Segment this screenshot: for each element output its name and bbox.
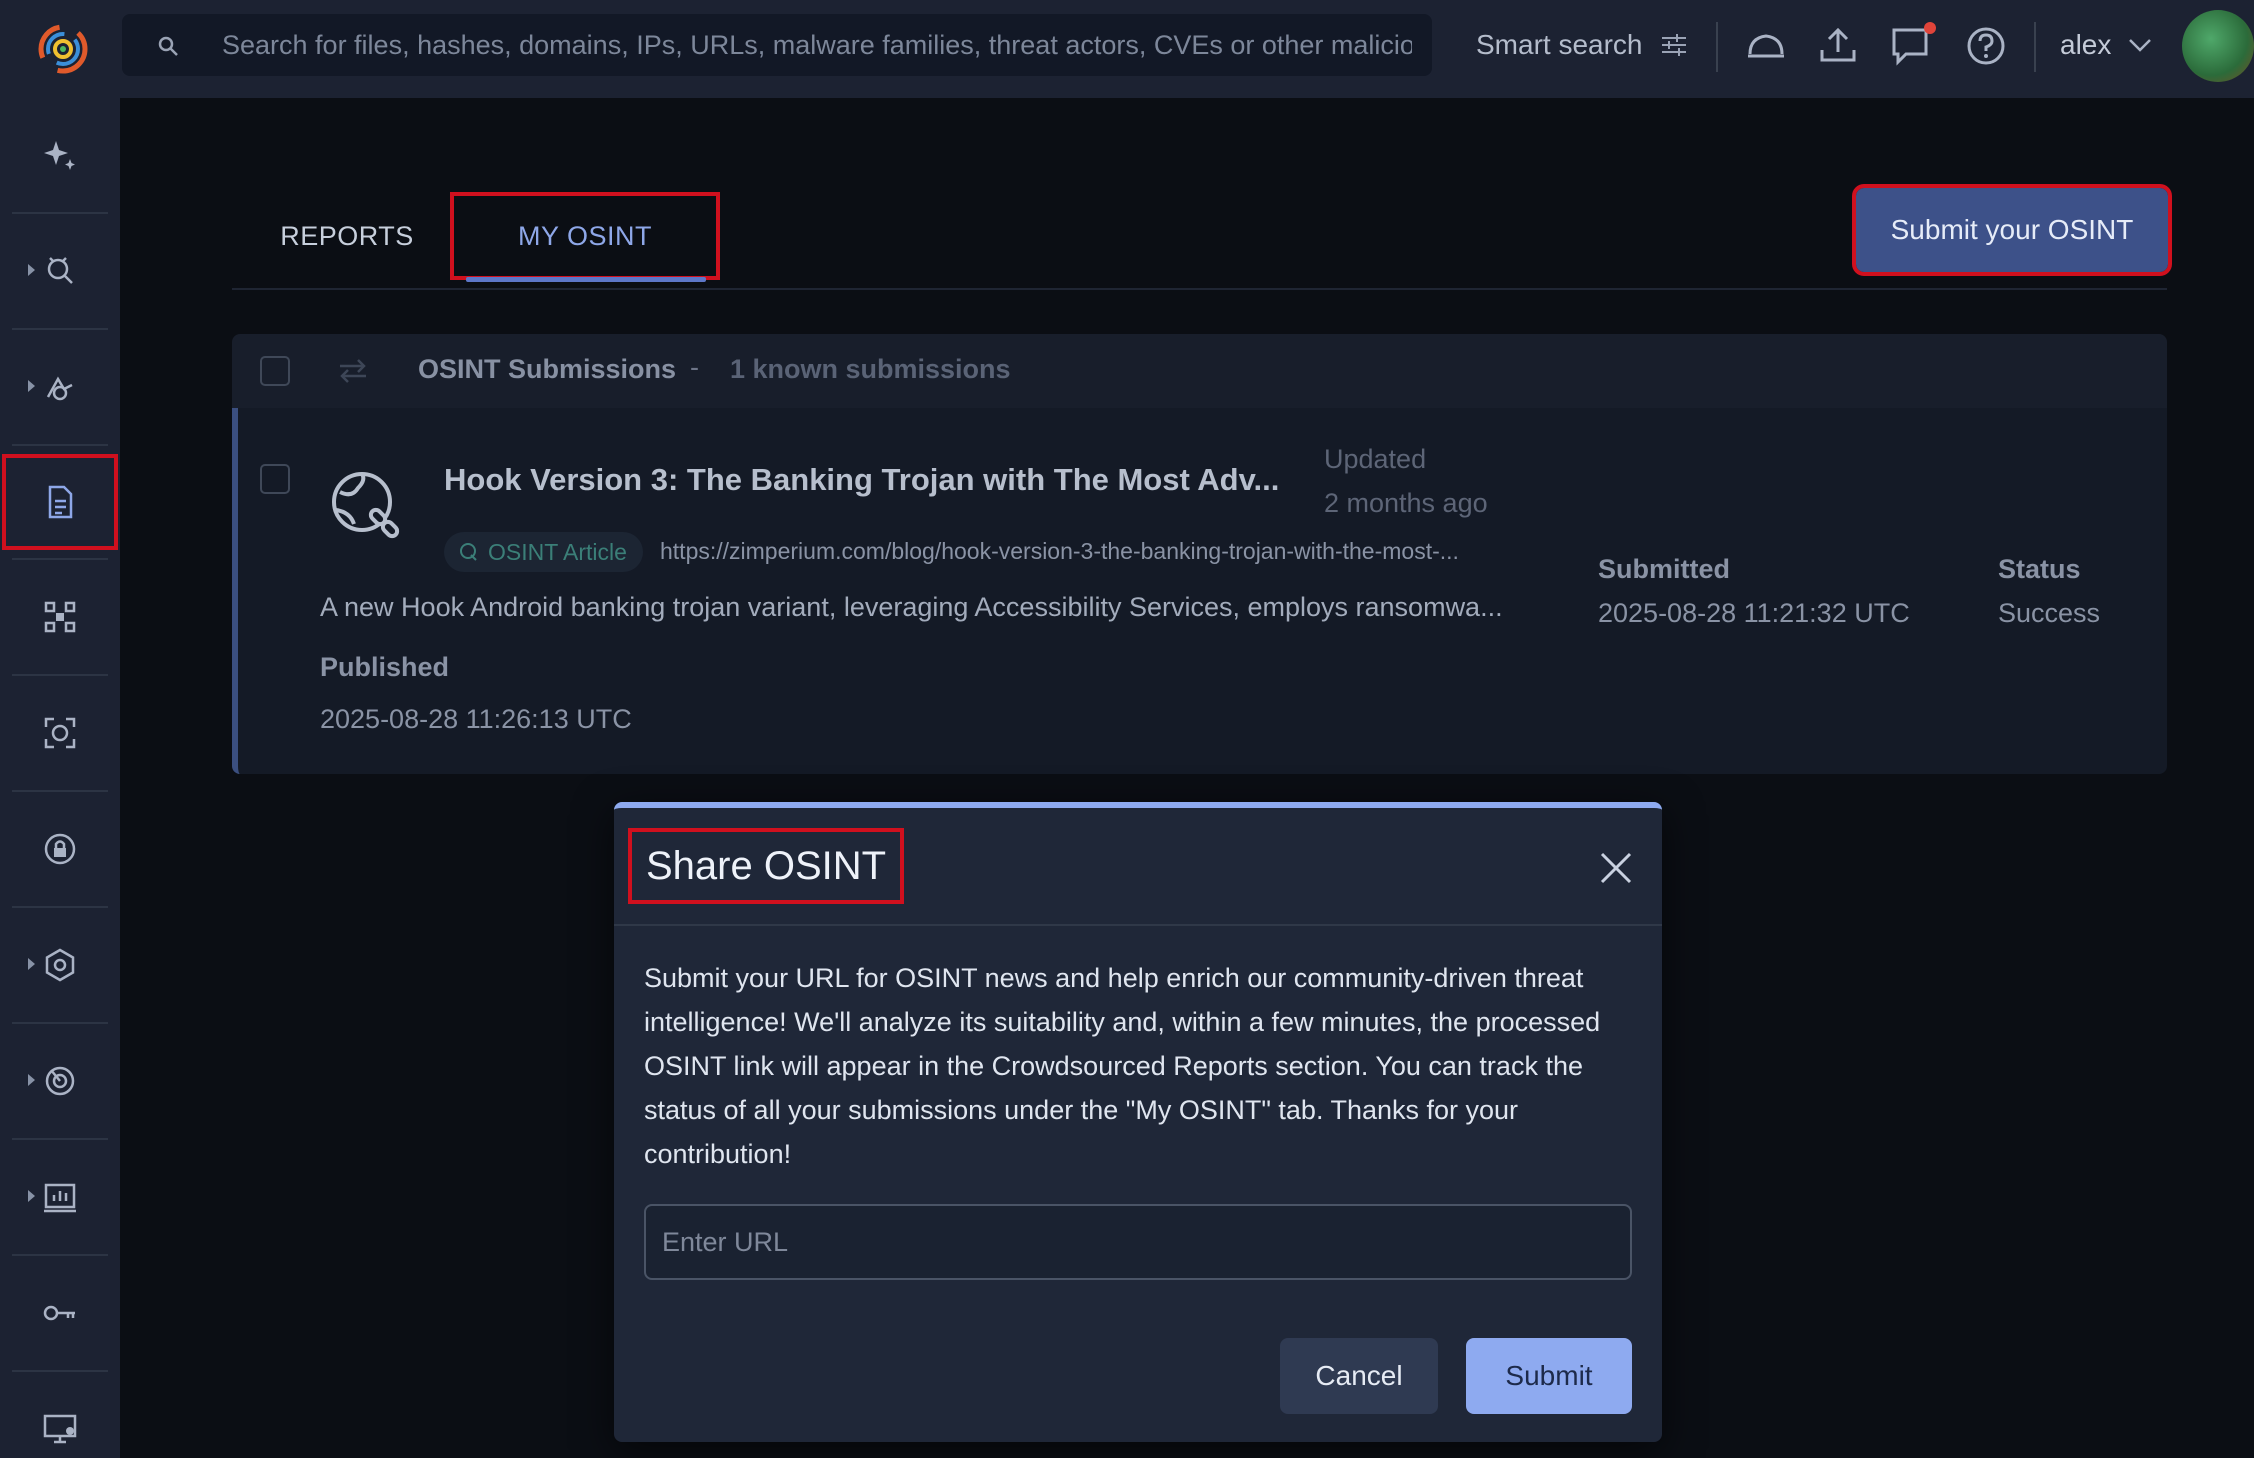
swap-icon[interactable] bbox=[336, 356, 370, 386]
submission-url[interactable]: https://zimperium.com/blog/hook-version-… bbox=[660, 538, 1459, 565]
filter-sliders-icon bbox=[1661, 34, 1686, 56]
radar-icon bbox=[45, 1066, 75, 1096]
sidebar-item-ai[interactable] bbox=[6, 98, 114, 212]
sidebar-item-radar[interactable] bbox=[6, 1024, 114, 1138]
caret-right-icon bbox=[28, 264, 35, 276]
hexagon-icon bbox=[45, 948, 75, 982]
sidebar-item-threat-hunting[interactable] bbox=[6, 214, 114, 328]
published-value: 2025-08-28 11:26:13 UTC bbox=[320, 704, 632, 734]
monitor-icon bbox=[43, 1414, 77, 1444]
submit-your-osint-button[interactable]: Submit your OSINT bbox=[1852, 184, 2172, 276]
globe-link-icon bbox=[460, 543, 477, 561]
dialog-description: Submit your URL for OSINT news and help … bbox=[644, 963, 1601, 1169]
submit-button[interactable]: Submit bbox=[1466, 1338, 1632, 1414]
sidebar-item-hexagon[interactable] bbox=[6, 908, 114, 1022]
list-title: OSINT Submissions bbox=[418, 354, 677, 384]
graph-icon bbox=[44, 601, 76, 633]
sidebar-item-graph[interactable] bbox=[6, 560, 114, 674]
sidebar-item-scan[interactable] bbox=[6, 676, 114, 790]
cloud-icon[interactable] bbox=[1742, 22, 1790, 70]
sidebar-item-monitor[interactable] bbox=[6, 1372, 114, 1458]
tab-reports-label: REPORTS bbox=[280, 220, 414, 251]
smart-search-label: Smart search bbox=[1476, 29, 1643, 60]
cancel-label: Cancel bbox=[1315, 1360, 1403, 1391]
badge-label: OSINT Article bbox=[488, 538, 627, 565]
dialog-title: Share OSINT bbox=[627, 828, 905, 904]
chat-icon[interactable] bbox=[1888, 22, 1936, 70]
sidebar bbox=[0, 98, 120, 1458]
search-icon bbox=[158, 36, 178, 56]
key-icon bbox=[43, 1305, 75, 1321]
updated-label: Updated bbox=[1324, 444, 1427, 474]
user-menu[interactable]: alex bbox=[2060, 24, 2153, 66]
tab-my-osint[interactable]: MY OSINT bbox=[450, 192, 720, 282]
chevron-down-icon bbox=[2129, 39, 2152, 52]
submit-label: Submit bbox=[1505, 1360, 1593, 1391]
submitted-label: Submitted bbox=[1598, 554, 1730, 584]
sidebar-item-detection[interactable] bbox=[6, 330, 114, 444]
osint-article-badge: OSINT Article bbox=[444, 532, 643, 572]
divider bbox=[2034, 22, 2036, 72]
search-input[interactable] bbox=[222, 22, 1412, 68]
select-all-checkbox[interactable] bbox=[260, 356, 290, 386]
cancel-button[interactable]: Cancel bbox=[1280, 1338, 1438, 1414]
caret-right-icon bbox=[28, 958, 35, 970]
lock-icon bbox=[44, 833, 76, 865]
submission-row[interactable]: Hook Version 3: The Banking Trojan with … bbox=[232, 408, 2167, 774]
list-separator: - bbox=[690, 352, 699, 382]
tab-my-osint-label: MY OSINT bbox=[517, 220, 653, 251]
close-icon[interactable] bbox=[1598, 850, 1634, 886]
detection-icon bbox=[46, 376, 73, 401]
top-bar: Smart search alex bbox=[0, 0, 2254, 98]
upload-icon[interactable] bbox=[1814, 22, 1862, 70]
status-label: Status bbox=[1998, 554, 2081, 584]
document-icon bbox=[48, 485, 73, 519]
share-osint-dialog: Share OSINT Submit your URL for OSINT ne… bbox=[614, 802, 1662, 1442]
row-checkbox[interactable] bbox=[260, 464, 290, 494]
sidebar-item-lock[interactable] bbox=[6, 792, 114, 906]
url-input[interactable] bbox=[644, 1204, 1632, 1280]
divider bbox=[1716, 22, 1718, 72]
submission-description: A new Hook Android banking trojan varian… bbox=[320, 592, 1503, 622]
sidebar-item-reports[interactable] bbox=[2, 454, 118, 550]
caret-right-icon bbox=[28, 1074, 35, 1086]
threat-hunting-icon bbox=[47, 257, 73, 284]
status-value: Success bbox=[1998, 598, 2101, 628]
submitted-value: 2025-08-28 11:21:32 UTC bbox=[1598, 598, 1910, 628]
sidebar-item-api-keys[interactable] bbox=[6, 1256, 114, 1370]
list-header: OSINT Submissions - 1 known submissions bbox=[232, 334, 2167, 408]
dialog-divider bbox=[614, 924, 1662, 926]
caret-right-icon bbox=[28, 1190, 35, 1202]
sparkle-icon bbox=[44, 141, 75, 170]
smart-search-button[interactable]: Smart search bbox=[1476, 24, 1689, 66]
submission-title[interactable]: Hook Version 3: The Banking Trojan with … bbox=[444, 462, 1279, 498]
avatar[interactable] bbox=[2182, 10, 2254, 82]
sidebar-item-dashboard[interactable] bbox=[6, 1140, 114, 1254]
tab-reports[interactable]: REPORTS bbox=[262, 196, 432, 276]
logo-icon[interactable] bbox=[30, 14, 96, 80]
published-label: Published bbox=[320, 652, 450, 682]
updated-value: 2 months ago bbox=[1324, 488, 1488, 518]
active-tab-indicator bbox=[466, 277, 706, 282]
submission-count: 1 known submissions bbox=[730, 354, 1011, 384]
caret-right-icon bbox=[28, 380, 35, 392]
help-icon[interactable] bbox=[1962, 22, 2010, 70]
scan-icon bbox=[44, 717, 76, 749]
chart-icon bbox=[44, 1183, 76, 1213]
submit-your-osint-label: Submit your OSINT bbox=[1890, 214, 2134, 245]
global-search[interactable] bbox=[122, 14, 1432, 76]
globe-link-icon bbox=[332, 472, 400, 539]
username: alex bbox=[2060, 29, 2112, 60]
